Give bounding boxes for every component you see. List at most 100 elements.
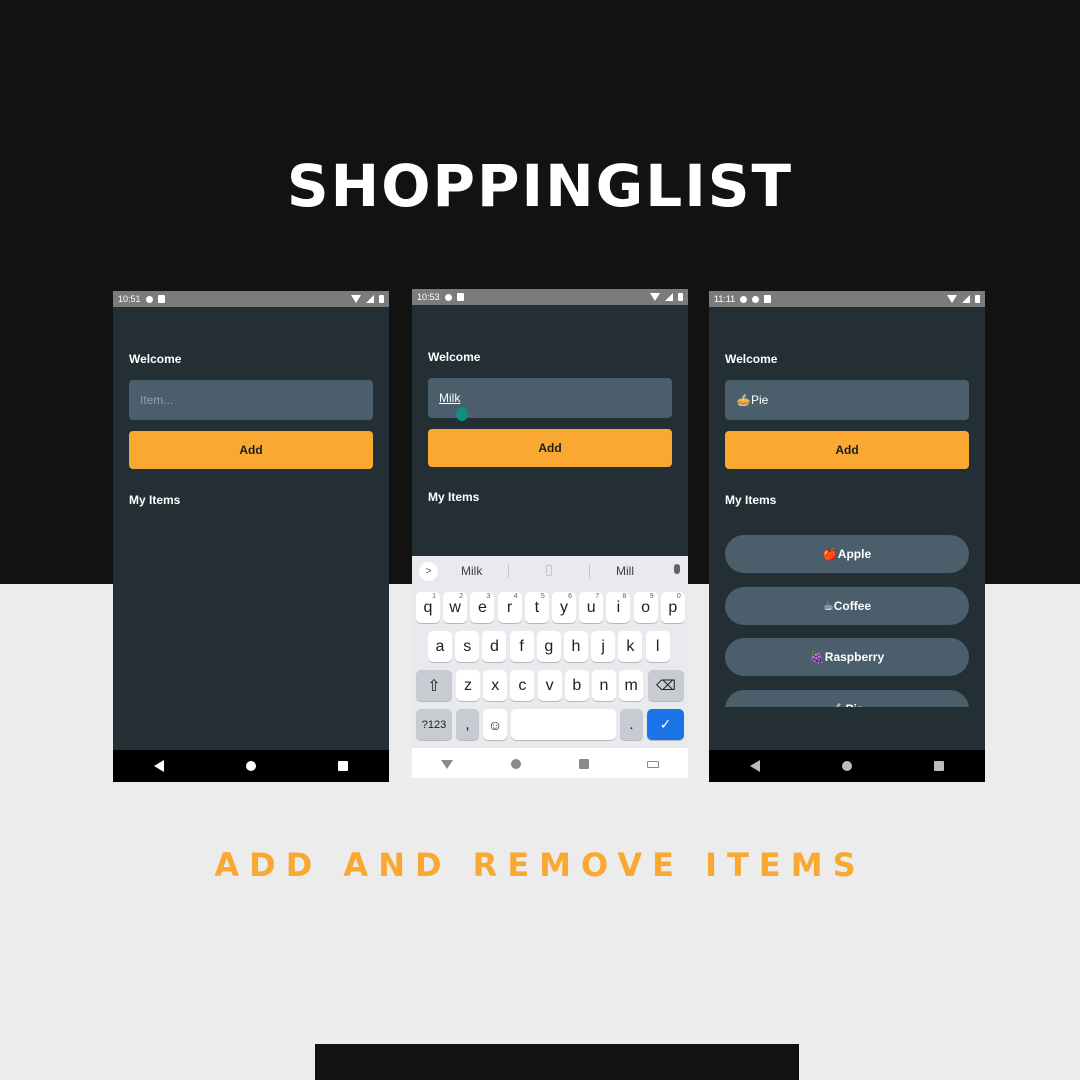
- key-l[interactable]: l: [645, 631, 670, 662]
- home-icon[interactable]: [842, 761, 852, 771]
- home-icon[interactable]: [511, 759, 521, 769]
- key-n[interactable]: n: [592, 670, 616, 701]
- clipboard-icon[interactable]: [546, 565, 552, 576]
- key-label: u: [586, 598, 596, 616]
- key-label: y: [560, 598, 568, 616]
- status-bar: 11:11: [709, 291, 985, 307]
- phone-screen-empty: 10:51 Welcome Item... Add My Items: [113, 291, 389, 782]
- key-w[interactable]: w2: [443, 592, 468, 623]
- item-input-value: Milk: [439, 391, 461, 405]
- key-label: z: [464, 676, 472, 694]
- back-icon[interactable]: [750, 760, 760, 772]
- add-button[interactable]: Add: [428, 429, 672, 467]
- suggestion-item[interactable]: Milk: [461, 564, 482, 578]
- backspace-key[interactable]: ⌫: [648, 670, 684, 701]
- status-bar: 10:51: [113, 291, 389, 307]
- key-a[interactable]: a: [428, 631, 452, 662]
- recents-icon[interactable]: [579, 759, 589, 769]
- done-key[interactable]: ✓: [647, 709, 684, 740]
- shift-key[interactable]: ⇧: [416, 670, 452, 701]
- space-key[interactable]: [511, 709, 616, 740]
- hide-keyboard-icon[interactable]: [441, 759, 453, 769]
- key-i[interactable]: i8: [606, 592, 631, 623]
- add-button[interactable]: Add: [129, 431, 373, 469]
- list-item[interactable]: 🥧Pie: [725, 690, 969, 707]
- key-label: r: [506, 598, 513, 616]
- settings-icon: [740, 295, 748, 303]
- key-z[interactable]: z: [456, 670, 480, 701]
- key-p[interactable]: p0: [660, 592, 685, 623]
- key-label: ,: [465, 715, 470, 733]
- key-label: m: [624, 676, 638, 694]
- item-input[interactable]: Item...: [129, 380, 373, 420]
- key-label: h: [571, 637, 581, 655]
- emoji-key[interactable]: ☺: [483, 709, 507, 740]
- chevron-right-icon[interactable]: >: [419, 562, 438, 581]
- key-label: a: [435, 637, 445, 655]
- my-items-heading: My Items: [129, 493, 181, 507]
- key-hint: 7: [595, 593, 600, 600]
- key-j[interactable]: j: [591, 631, 616, 662]
- tagline: ADD AND REMOVE ITEMS: [214, 846, 866, 884]
- key-h[interactable]: h: [564, 631, 588, 662]
- signal-icon: [366, 295, 374, 303]
- key-c[interactable]: c: [510, 670, 535, 701]
- key-v[interactable]: v: [537, 670, 562, 701]
- mic-icon[interactable]: [674, 564, 680, 574]
- key-t[interactable]: t5: [524, 592, 549, 623]
- key-y[interactable]: y6: [552, 592, 576, 623]
- my-items-heading: My Items: [428, 490, 480, 504]
- key-label: b: [572, 676, 582, 694]
- list-item[interactable]: 🍎Apple: [725, 535, 969, 573]
- key-label: d: [489, 637, 499, 655]
- key-f[interactable]: f: [509, 631, 534, 662]
- status-time: 10:51: [118, 294, 141, 304]
- key-m[interactable]: m: [619, 670, 644, 701]
- key-q[interactable]: q1: [416, 592, 440, 623]
- key-e[interactable]: e3: [470, 592, 495, 623]
- recents-icon[interactable]: [338, 761, 348, 771]
- home-icon[interactable]: [246, 761, 256, 771]
- keyboard-switch-icon[interactable]: [647, 760, 659, 768]
- key-x[interactable]: x: [483, 670, 508, 701]
- comma-key[interactable]: ,: [456, 709, 479, 740]
- key-label: e: [477, 598, 487, 616]
- item-input[interactable]: 🥧Pie: [725, 380, 969, 420]
- recents-icon[interactable]: [934, 761, 944, 771]
- key-hint: 8: [622, 593, 627, 600]
- key-label: ?123: [421, 718, 447, 731]
- battery-icon: [975, 295, 980, 303]
- list-item[interactable]: ☕Coffee: [725, 587, 969, 625]
- key-label: f: [519, 637, 524, 655]
- key-hint: 1: [432, 593, 436, 600]
- key-label: l: [655, 637, 660, 655]
- key-hint: 5: [540, 593, 545, 600]
- welcome-label: Welcome: [129, 352, 182, 366]
- period-key[interactable]: .: [620, 709, 643, 740]
- backspace-icon: ⌫: [656, 677, 676, 693]
- suggestion-item[interactable]: Mill: [616, 564, 634, 578]
- key-d[interactable]: d: [482, 631, 507, 662]
- wifi-icon: [351, 295, 361, 303]
- key-b[interactable]: b: [564, 670, 589, 701]
- key-r[interactable]: r4: [497, 592, 522, 623]
- key-g[interactable]: g: [536, 631, 561, 662]
- key-o[interactable]: o9: [633, 592, 658, 623]
- key-u[interactable]: u7: [579, 592, 604, 623]
- key-s[interactable]: s: [455, 631, 480, 662]
- add-button[interactable]: Add: [725, 431, 969, 469]
- my-items-heading: My Items: [725, 493, 777, 507]
- key-label: g: [544, 637, 554, 655]
- key-label: w: [449, 598, 461, 616]
- text-cursor-handle[interactable]: [456, 407, 468, 421]
- symbols-key[interactable]: ?123: [416, 709, 452, 740]
- list-item[interactable]: 🍇Raspberry: [725, 638, 969, 676]
- shield-icon: [145, 295, 153, 303]
- back-icon[interactable]: [154, 760, 164, 772]
- key-k[interactable]: k: [618, 631, 643, 662]
- key-label: s: [463, 637, 472, 655]
- sim-card-icon: [157, 295, 165, 303]
- key-hint: 3: [486, 593, 491, 600]
- key-hint: 9: [649, 593, 654, 600]
- shift-icon: ⇧: [427, 677, 441, 695]
